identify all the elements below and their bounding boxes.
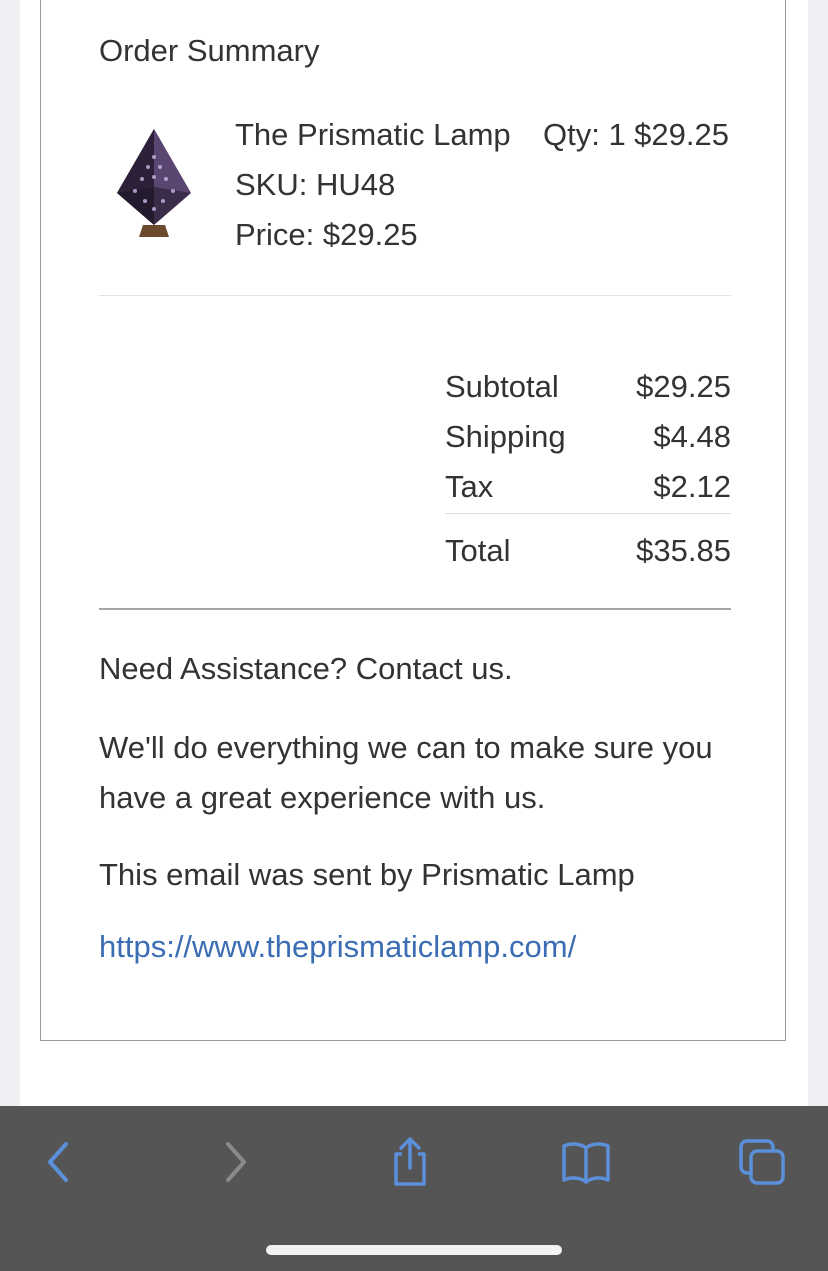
divider	[99, 295, 731, 296]
order-summary-title: Order Summary	[99, 33, 320, 68]
website-link[interactable]: https://www.theprismaticlamp.com/	[99, 929, 576, 965]
bookmarks-button[interactable]	[556, 1134, 616, 1194]
totals-divider	[445, 513, 731, 514]
tax-row: Tax $2.12	[445, 469, 731, 519]
sent-by-text: This email was sent by Prismatic Lamp	[99, 857, 635, 892]
forward-button[interactable]	[206, 1134, 266, 1194]
subtotal-label: Subtotal	[445, 369, 559, 404]
subtotal-row: Subtotal $29.25	[445, 369, 731, 419]
tabs-button[interactable]	[732, 1134, 792, 1194]
email-card: Order Summary The Prismatic Lamp Qty: 1 …	[40, 0, 786, 1041]
totals-table: Subtotal $29.25 Shipping $4.48 Tax $2.12	[445, 369, 731, 519]
share-icon	[386, 1136, 434, 1193]
tabs-icon	[737, 1137, 787, 1192]
shipping-value: $4.48	[653, 419, 731, 454]
tax-label: Tax	[445, 469, 494, 504]
total-row: Total $35.85	[445, 533, 731, 573]
home-indicator[interactable]	[266, 1245, 562, 1255]
shipping-row: Shipping $4.48	[445, 419, 731, 469]
total-label: Total	[445, 533, 511, 568]
product-image	[115, 127, 193, 241]
share-button[interactable]	[380, 1134, 440, 1194]
product-name: The Prismatic Lamp	[235, 117, 511, 152]
bookmarks-icon	[560, 1140, 612, 1189]
shipping-label: Shipping	[445, 419, 566, 454]
total-value: $35.85	[636, 533, 731, 568]
back-icon	[38, 1138, 78, 1191]
product-price: Price: $29.25	[235, 217, 418, 252]
tax-value: $2.12	[653, 469, 731, 504]
section-divider	[99, 608, 731, 610]
assistance-heading: Need Assistance? Contact us.	[99, 651, 513, 686]
product-qty: Qty: 1	[543, 117, 626, 152]
back-button[interactable]	[28, 1134, 88, 1194]
product-line-total: $29.25	[634, 117, 729, 152]
subtotal-value: $29.25	[636, 369, 731, 404]
forward-icon	[216, 1138, 256, 1191]
assistance-body: We'll do everything we can to make sure …	[99, 730, 713, 815]
product-sku: SKU: HU48	[235, 167, 396, 202]
